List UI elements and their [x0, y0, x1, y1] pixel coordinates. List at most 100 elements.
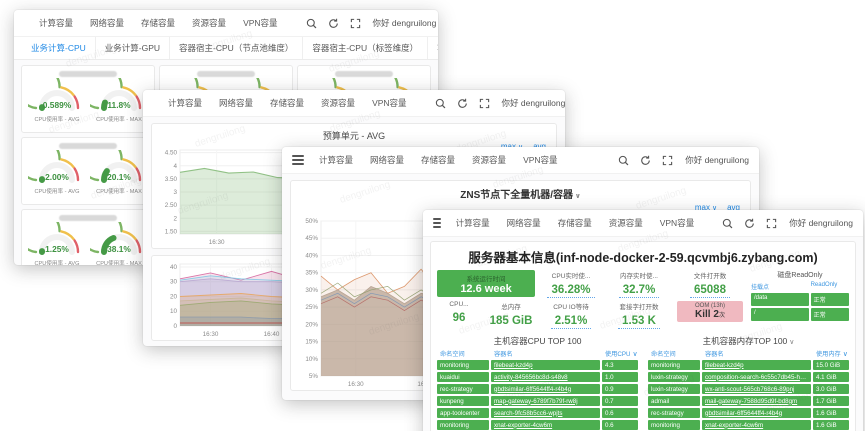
user-greeting[interactable]: 你好 dengruilong [789, 217, 853, 229]
container-link[interactable]: filebeat-kzd4p [491, 360, 600, 370]
nav-tab-2[interactable]: 存储容量 [421, 154, 455, 166]
usage-cell: 3.0 GiB [813, 384, 849, 394]
top-tables: 主机容器CPU TOP 100 命名空间容器名使用CPU∨ monitoring… [431, 332, 855, 431]
namespace-cell: rec-strategy [437, 384, 489, 394]
nav-tab-2[interactable]: 存储容量 [141, 17, 175, 29]
user-greeting[interactable]: 你好 dengruilong [373, 17, 437, 29]
refresh-icon[interactable] [328, 18, 339, 29]
nav-tab-4[interactable]: VPN容量 [372, 97, 406, 109]
mem-top-table: 主机容器内存TOP 100∨ 命名空间容器名使用内存∨ monitoring fi… [648, 332, 849, 431]
subtab-0[interactable]: 业务计算-CPU [22, 37, 96, 59]
svg-text:4: 4 [173, 163, 177, 170]
namespace-cell: monitoring [437, 420, 489, 430]
nav-tab-3[interactable]: 资源容量 [472, 154, 506, 166]
container-link[interactable]: map-gateway-6789f7b79f-rw8j [491, 396, 600, 406]
container-link[interactable]: activity-845656bc8d-s48v8 [491, 372, 600, 382]
ro-col-header[interactable]: 挂载点 [751, 282, 809, 291]
usage-cell: 0.6 [602, 420, 638, 430]
nav-tab-0[interactable]: 计算容量 [168, 97, 202, 109]
namespace-cell: monitoring [648, 420, 700, 430]
nav-tab-0[interactable]: 计算容量 [456, 217, 490, 229]
ro-col-header[interactable]: ReadOnly [811, 282, 849, 291]
search-icon[interactable] [306, 18, 317, 29]
nav-tab-0[interactable]: 计算容量 [319, 154, 353, 166]
container-link[interactable]: xnat-exporter-4cw6m [702, 420, 811, 430]
user-greeting[interactable]: 你好 dengruilong [502, 97, 565, 109]
col-header[interactable]: 使用CPU∨ [602, 349, 638, 358]
search-icon[interactable] [435, 98, 446, 109]
hamburger-menu-icon[interactable] [433, 218, 441, 228]
svg-text:50%: 50% [305, 218, 318, 225]
container-link[interactable]: search-9fc58b5cc6-wpjts [491, 408, 600, 418]
refresh-icon[interactable] [457, 98, 468, 109]
fullscreen-icon[interactable] [350, 18, 361, 29]
svg-text:2: 2 [173, 215, 177, 222]
nav-tab-4[interactable]: VPN容量 [523, 154, 557, 166]
nav-tab-0[interactable]: 计算容量 [39, 17, 73, 29]
container-link[interactable]: filebeat-kzd4p [702, 360, 811, 370]
gauge-label: CPU使用率 - AVG [28, 259, 86, 265]
table-row: monitoringfilebeat-kzd4p4.3 [437, 360, 638, 370]
mem-realtime-stat: 内存实时使... 32.7% [607, 270, 671, 298]
container-link[interactable]: mail-gateway-7588d95d9f-bd8gm [702, 396, 811, 406]
subtab-1[interactable]: 业务计算-GPU [96, 37, 170, 59]
refresh-icon[interactable] [640, 155, 651, 166]
nav-tab-3[interactable]: 资源容量 [321, 97, 355, 109]
subtab-3[interactable]: 容器宿主-CPU（标签维度） [303, 37, 428, 59]
card-title-redacted [197, 71, 254, 77]
nav-tab-1[interactable]: 网络容量 [90, 17, 124, 29]
cpu-cores-stat: CPU... 96 [437, 301, 481, 326]
subtab-4[interactable]: 容器宿主-GPU [428, 37, 438, 59]
refresh-icon[interactable] [744, 218, 755, 229]
total-mem-stat: 总内存 185 GiB [487, 301, 535, 329]
col-header[interactable]: 使用内存∨ [813, 349, 849, 358]
oom-stat: OOM (13h) Kill 2次 [677, 301, 743, 322]
fullscreen-icon[interactable] [479, 98, 490, 109]
chart-title[interactable]: ZNS节点下全量机器/容器∨ [291, 181, 750, 201]
container-link[interactable]: composition-search-6c55c7db45-hvf79 [702, 372, 811, 382]
fullscreen-icon[interactable] [766, 218, 777, 229]
col-header: 容器名 [491, 349, 600, 358]
server-info-title: 服务器基本信息(inf-node-docker-2-59.qcvmbj6.zyb… [431, 242, 855, 270]
nav-tab-1[interactable]: 网络容量 [370, 154, 404, 166]
container-link[interactable]: gbdtsimilar-6ff5644ff4-r4b4g [702, 408, 811, 418]
user-greeting[interactable]: 你好 dengruilong [685, 154, 749, 166]
container-link[interactable]: gbdtsimilar-6ff5644ff4-r4b4g [491, 384, 600, 394]
nav-tab-2[interactable]: 存储容量 [558, 217, 592, 229]
stat-value: 12.6 week [437, 283, 535, 295]
container-link[interactable]: xnat-exporter-4cw6m [491, 420, 600, 430]
search-icon[interactable] [722, 218, 733, 229]
chevron-down-icon: ∨ [575, 193, 581, 200]
svg-text:0: 0 [173, 323, 177, 330]
table-row: rec-strategygbdtsimilar-6ff5644ff4-r4b4g… [437, 384, 638, 394]
svg-text:0.589%: 0.589% [43, 100, 72, 110]
col-header: 容器名 [702, 349, 811, 358]
nav-tab-3[interactable]: 资源容量 [192, 17, 226, 29]
card-title-redacted [59, 71, 116, 77]
nav-tab-1[interactable]: 网络容量 [507, 217, 541, 229]
svg-text:30%: 30% [305, 287, 318, 294]
stat-label: 系统运行时间 [437, 273, 535, 283]
window-server-info: 计算容量 网络容量 存储容量 资源容量 VPN容量 你好 dengruilong 服务器基… [423, 210, 863, 431]
container-link[interactable]: wx-anti-scout-565cb768c6-89pnj [702, 384, 811, 394]
hamburger-menu-icon[interactable] [292, 155, 304, 165]
nav-tab-1[interactable]: 网络容量 [219, 97, 253, 109]
table-row: app-toolcentersearch-9fc58b5cc6-wpjts0.6 [437, 408, 638, 418]
table-title: 主机容器CPU TOP 100 [437, 335, 638, 347]
svg-text:25%: 25% [305, 304, 318, 311]
table-title[interactable]: 主机容器内存TOP 100∨ [648, 335, 849, 347]
nav-tab-4[interactable]: VPN容量 [660, 217, 694, 229]
namespace-cell: rec-strategy [648, 408, 700, 418]
ro-row: /data正常 [751, 293, 849, 306]
nav-tab-2[interactable]: 存储容量 [270, 97, 304, 109]
nav-tab-4[interactable]: VPN容量 [243, 17, 277, 29]
fullscreen-icon[interactable] [662, 155, 673, 166]
gauge-label: CPU使用率 - MAX [90, 259, 148, 265]
nav-tab-3[interactable]: 资源容量 [609, 217, 643, 229]
chevron-down-icon: ∨ [632, 351, 637, 358]
search-icon[interactable] [618, 155, 629, 166]
subtab-2[interactable]: 容器宿主-CPU（节点池维度） [170, 37, 303, 59]
namespace-cell: app-toolcenter [437, 408, 489, 418]
gauge-label: CPU使用率 - AVG [28, 115, 86, 123]
col-header: 命名空间 [648, 349, 700, 358]
